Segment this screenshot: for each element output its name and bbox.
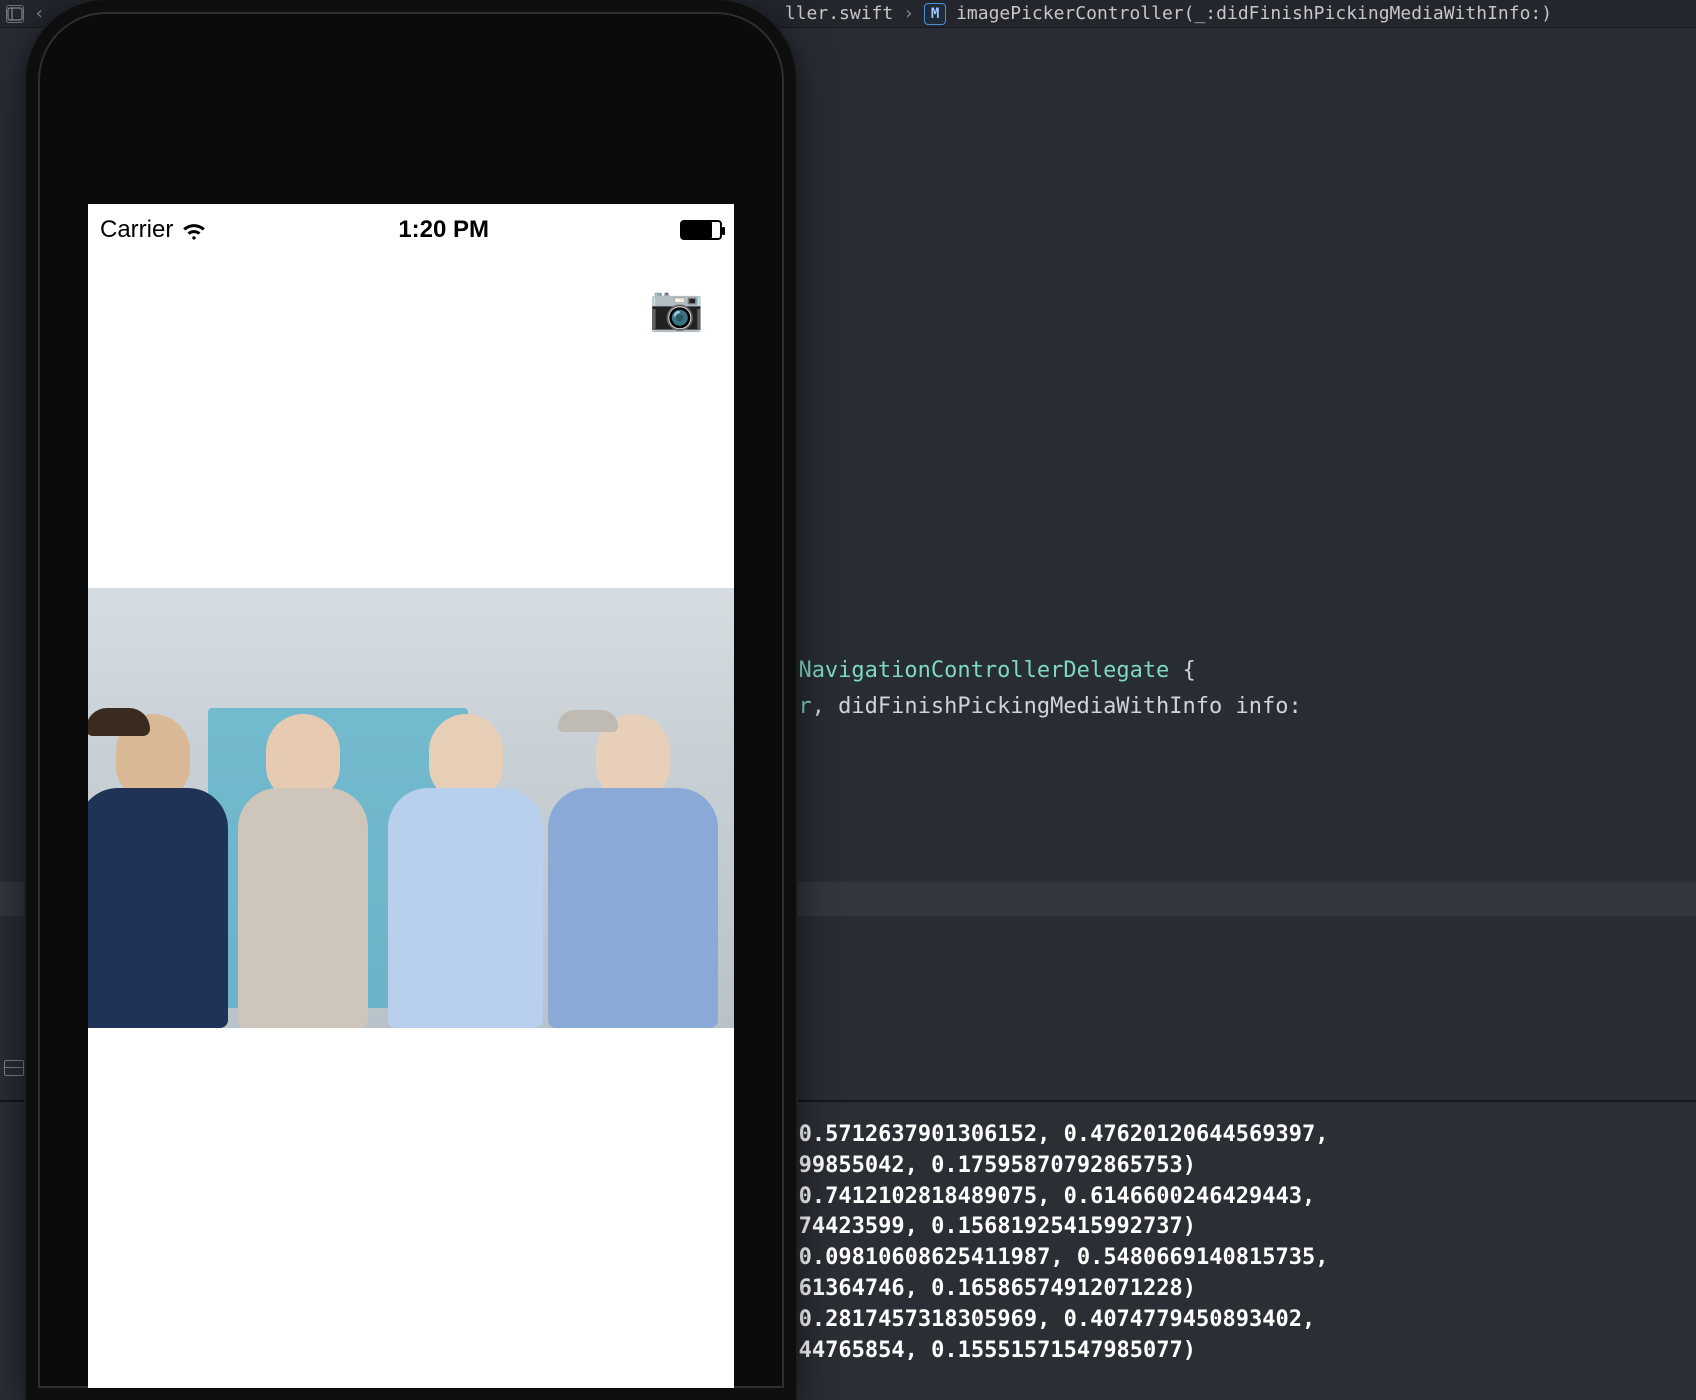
breadcrumb-method[interactable]: imagePickerController(_:didFinishPicking… xyxy=(956,3,1552,24)
chevron-right-icon: › xyxy=(903,3,914,24)
selected-image xyxy=(88,588,734,1028)
status-bar: Carrier 1:20 PM xyxy=(88,204,734,256)
panel-toggle-icon[interactable] xyxy=(6,5,24,23)
clock: 1:20 PM xyxy=(398,216,489,244)
ios-simulator[interactable]: Carrier 1:20 PM 📷 xyxy=(26,0,796,1400)
debug-panel-icon[interactable] xyxy=(4,1060,24,1076)
simulator-screen[interactable]: Carrier 1:20 PM 📷 xyxy=(88,204,734,1388)
breadcrumb-file[interactable]: ller.swift xyxy=(785,3,893,24)
carrier-label: Carrier xyxy=(100,216,173,244)
camera-button[interactable]: 📷 xyxy=(649,282,704,334)
battery-icon xyxy=(680,220,722,240)
wifi-icon xyxy=(181,220,207,240)
method-badge-icon: M xyxy=(924,3,946,25)
back-chevron-icon[interactable]: ‹ xyxy=(34,3,45,24)
code-text: , didFinishPickingMediaWithInfo info: xyxy=(812,694,1302,719)
